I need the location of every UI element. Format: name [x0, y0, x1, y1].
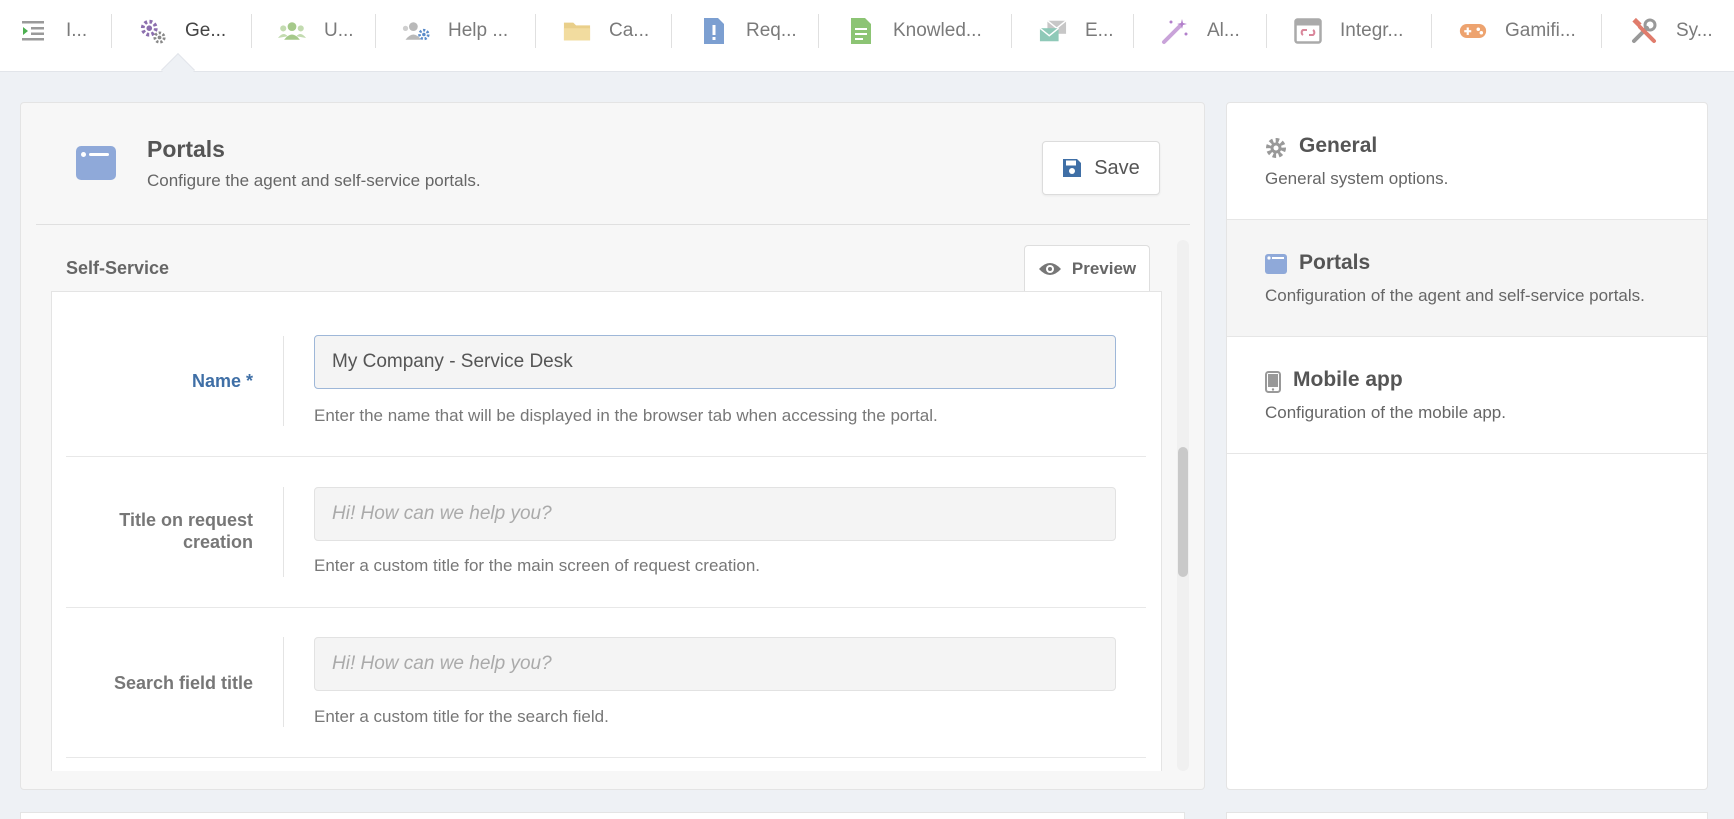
- nav-item-general[interactable]: Ge...: [139, 0, 226, 62]
- sidebar-item-title: Mobile app: [1293, 368, 1403, 391]
- request-title-input[interactable]: [314, 487, 1116, 541]
- nav-separator: [1266, 14, 1267, 48]
- nav-item-email[interactable]: E...: [1039, 0, 1114, 62]
- next-card-edge: [1226, 812, 1708, 819]
- nav-item-integrations[interactable]: Integr...: [1294, 0, 1403, 62]
- page-title: Portals: [147, 136, 225, 162]
- search-title-input[interactable]: [314, 637, 1116, 691]
- sidebar-item-description: General system options.: [1265, 169, 1449, 188]
- nav-item-users[interactable]: U...: [278, 0, 354, 62]
- list-indent-icon: [20, 17, 48, 45]
- nav-item-categories[interactable]: Ca...: [563, 0, 649, 62]
- nav-separator: [535, 14, 536, 48]
- request-title-help-text: Enter a custom title for the main screen…: [314, 556, 760, 575]
- gear-icon: [1265, 137, 1287, 159]
- browser-window-icon: [1265, 254, 1287, 274]
- row-divider: [66, 757, 1146, 758]
- search-title-help-text: Enter a custom title for the search fiel…: [314, 707, 609, 726]
- sidebar-item-title: General: [1299, 134, 1378, 157]
- gamepad-icon: [1459, 17, 1487, 45]
- scrollbar-thumb[interactable]: [1178, 447, 1188, 577]
- sidebar-item-general[interactable]: General General system options.: [1227, 103, 1707, 220]
- browser-window-icon: [76, 146, 116, 180]
- request-title-label: Title on request creation: [119, 510, 253, 552]
- nav-separator: [671, 14, 672, 48]
- sidebar-item-description: Configuration of the mobile app.: [1265, 403, 1506, 422]
- gears-icon: [139, 17, 167, 45]
- row-divider-vertical: [283, 336, 284, 426]
- file-exclamation-icon: [700, 17, 728, 45]
- users-icon: [278, 17, 306, 45]
- nav-item-0[interactable]: I...: [20, 0, 87, 62]
- nav-item-requests[interactable]: Req...: [700, 0, 797, 62]
- nav-separator: [818, 14, 819, 48]
- name-label: Name *: [191, 371, 253, 391]
- envelopes-icon: [1039, 17, 1067, 45]
- save-button-label: Save: [1094, 156, 1140, 179]
- nav-separator: [111, 14, 112, 48]
- preview-label: Preview: [1071, 259, 1137, 278]
- sidebar-item-portals[interactable]: Portals Configuration of the agent and s…: [1227, 220, 1707, 337]
- eye-icon: [1038, 261, 1062, 277]
- nav-item-knowledge[interactable]: Knowled...: [847, 0, 982, 62]
- name-help-text: Enter the name that will be displayed in…: [314, 406, 938, 425]
- sidebar-item-title: Portals: [1299, 251, 1371, 274]
- magic-wand-icon: [1161, 17, 1189, 45]
- nav-item-help-desk[interactable]: Help ...: [402, 0, 508, 62]
- settings-sidebar: General General system options. Portals …: [1226, 102, 1708, 790]
- nav-item-ai[interactable]: Al...: [1161, 0, 1240, 62]
- users-gear-icon: [402, 17, 430, 45]
- tools-icon: [1630, 17, 1658, 45]
- row-divider: [66, 607, 1146, 608]
- name-input[interactable]: [314, 335, 1116, 389]
- preview-button[interactable]: Preview: [1024, 245, 1150, 292]
- row-divider: [66, 456, 1146, 457]
- browser-link-icon: [1294, 17, 1322, 45]
- folder-icon: [563, 17, 591, 45]
- nav-item-system[interactable]: Sy...: [1630, 0, 1713, 62]
- section-title: Self-Service: [66, 258, 170, 278]
- file-text-icon: [847, 17, 875, 45]
- nav-item-gamification[interactable]: Gamifi...: [1459, 0, 1576, 62]
- nav-separator: [375, 14, 376, 48]
- next-card-edge: [20, 812, 1185, 819]
- search-title-label: Search field title: [113, 673, 253, 693]
- save-button[interactable]: Save: [1042, 141, 1160, 195]
- nav-separator: [1431, 14, 1432, 48]
- nav-separator: [1133, 14, 1134, 48]
- sidebar-item-description: Configuration of the agent and self-serv…: [1265, 286, 1645, 305]
- sidebar-item-mobile-app[interactable]: Mobile app Configuration of the mobile a…: [1227, 337, 1707, 454]
- floppy-disk-icon: [1062, 158, 1082, 178]
- page-subtitle: Configure the agent and self-service por…: [147, 171, 481, 190]
- row-divider-vertical: [283, 487, 284, 577]
- nav-separator: [1011, 14, 1012, 48]
- top-navigation: I... Ge... U... Help ... Ca... Req... Kn…: [0, 0, 1734, 87]
- nav-separator: [1601, 14, 1602, 48]
- mobile-icon: [1265, 371, 1281, 393]
- header-divider: [36, 224, 1190, 225]
- nav-separator: [251, 14, 252, 48]
- row-divider-vertical: [283, 637, 284, 727]
